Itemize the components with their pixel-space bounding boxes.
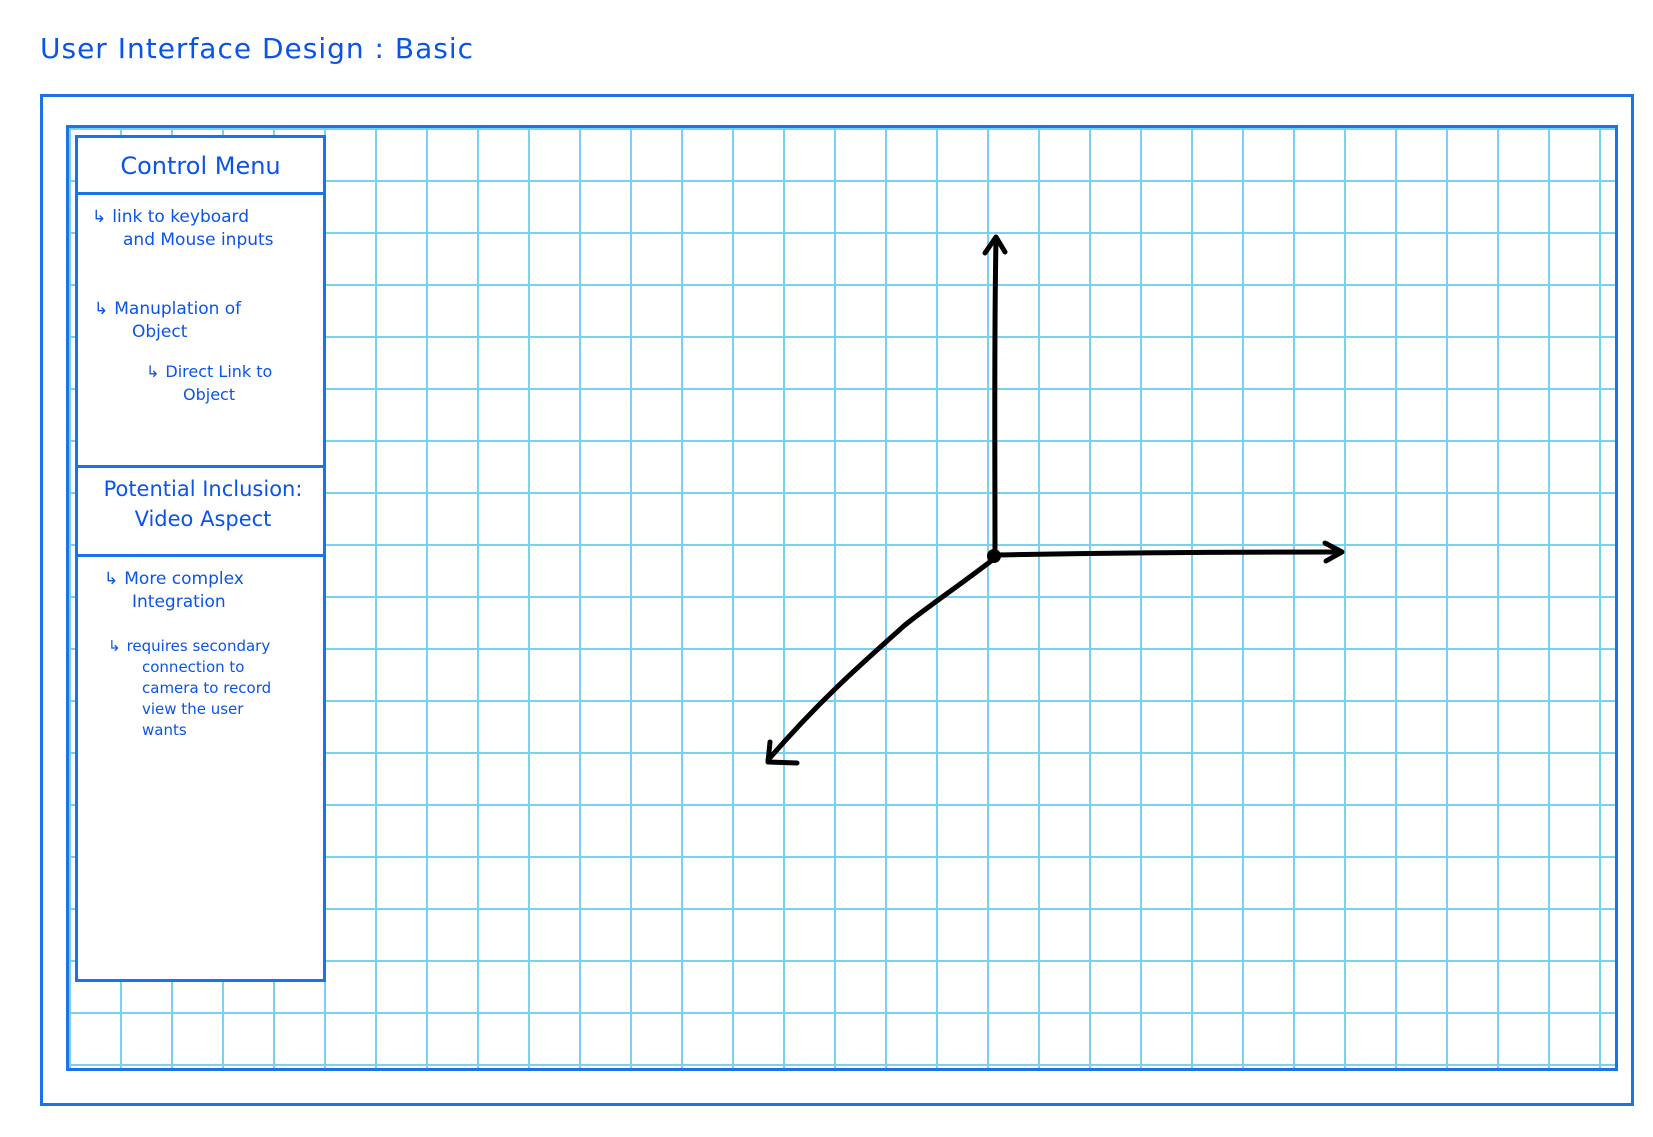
menu-subitem-direct-link-line1: Direct Link to (165, 362, 273, 381)
x-axis-line (992, 549, 1343, 558)
inclusion-item-secondary-camera-line3: camera to record (142, 679, 272, 697)
menu-item-object-manipulation-line1: Manuplation of (114, 299, 242, 319)
arrow-return-icon: ↳ (104, 569, 119, 589)
arrow-return-icon: ↳ (146, 362, 160, 381)
menu-item-object-manipulation[interactable]: ↳ Manuplation of Object (94, 298, 241, 344)
inclusion-item-secondary-camera-line1: requires secondary (126, 637, 271, 655)
menu-item-input-link-line2: and Mouse inputs (123, 230, 274, 250)
inclusion-item-secondary-camera-line5: wants (142, 721, 187, 739)
inclusion-item-secondary-camera[interactable]: ↳ requires secondary connection to camera… (108, 636, 271, 741)
control-menu-title: Control Menu (120, 152, 281, 180)
arrow-return-icon: ↳ (108, 637, 121, 655)
control-menu-divider (78, 192, 323, 195)
menu-item-input-link-line1: link to keyboard (112, 207, 250, 227)
inclusion-title-line1: Potential Inclusion: (103, 477, 303, 501)
menu-item-input-link[interactable]: ↳ link to keyboard and Mouse inputs (92, 206, 274, 252)
inclusion-item-complex-integration[interactable]: ↳ More complex Integration (104, 568, 244, 614)
inclusion-item-complex-integration-line2: Integration (132, 592, 226, 612)
inclusion-bottom-divider (78, 554, 323, 557)
inclusion-title: Potential Inclusion: Video Aspect (88, 474, 318, 534)
menu-subitem-direct-link[interactable]: ↳ Direct Link to Object (146, 360, 272, 406)
inclusion-item-complex-integration-line1: More complex (124, 569, 244, 589)
z-axis-line (765, 555, 998, 763)
control-sidebar: Control Menu ↳ link to keyboard and Mouse… (75, 135, 326, 982)
origin-point (987, 549, 1001, 563)
menu-item-object-manipulation-line2: Object (132, 322, 188, 342)
y-axis-line (992, 237, 999, 558)
inclusion-title-line2: Video Aspect (134, 507, 272, 531)
inclusion-item-secondary-camera-line2: connection to (142, 658, 245, 676)
arrow-return-icon: ↳ (94, 299, 109, 319)
inclusion-item-secondary-camera-line4: view the user (142, 700, 244, 718)
inclusion-top-divider (78, 465, 323, 468)
menu-subitem-direct-link-line2: Object (183, 385, 236, 404)
arrow-return-icon: ↳ (92, 207, 107, 227)
